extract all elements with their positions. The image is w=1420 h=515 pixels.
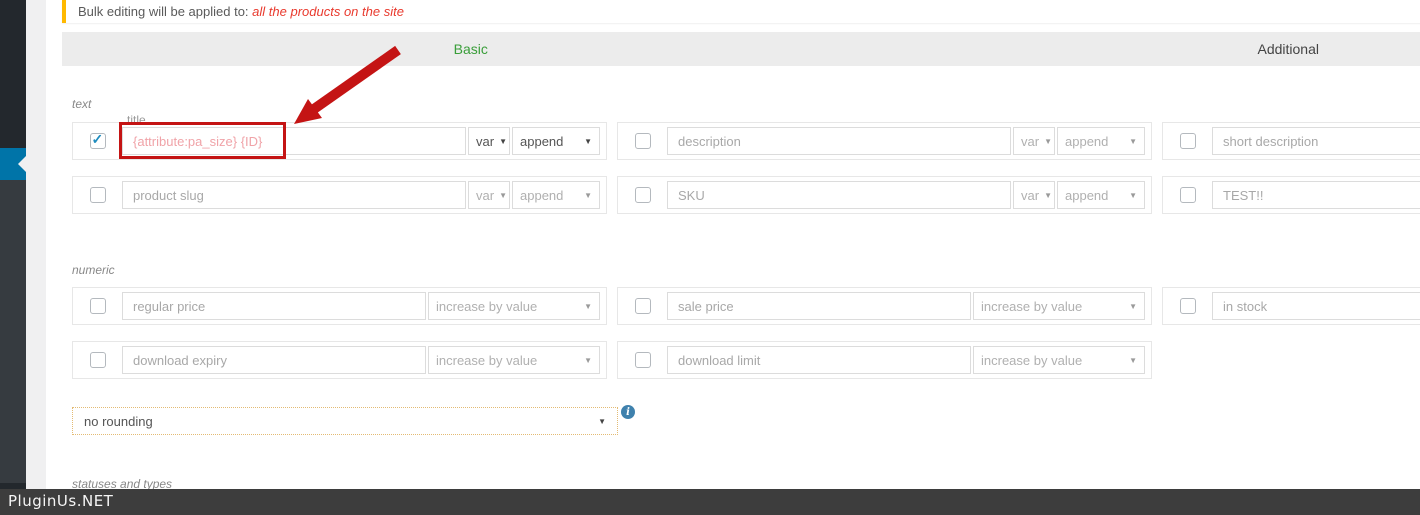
notice-text: Bulk editing will be applied to:	[78, 4, 253, 19]
sale-price-input[interactable]	[667, 292, 971, 320]
sku-checkbox[interactable]	[634, 187, 651, 203]
sku-var-select[interactable]: var ▼	[1013, 181, 1055, 209]
title-var-select[interactable]: var ▼	[468, 127, 510, 155]
description-input[interactable]	[667, 127, 1011, 155]
chevron-down-icon: ▼	[1129, 190, 1137, 200]
field-row: ✓ var ▼ append ▼	[72, 122, 607, 160]
field-row: var ▼ append ▼	[1162, 122, 1420, 160]
field-title: title ✓ var ▼ append ▼	[72, 113, 607, 160]
checkmark-icon: ✓	[91, 131, 104, 147]
chevron-down-icon: ▼	[584, 301, 592, 311]
title-checkbox[interactable]: ✓	[89, 131, 106, 149]
info-icon[interactable]: i	[621, 405, 635, 419]
product-slug-var-select[interactable]: var ▼	[468, 181, 510, 209]
sidebar-top-section	[0, 0, 26, 148]
short-description-input[interactable]	[1212, 127, 1420, 155]
sale-price-checkbox[interactable]	[634, 298, 651, 314]
download-expiry-checkbox[interactable]	[89, 352, 106, 368]
field-short-description: var ▼ append ▼	[1162, 122, 1420, 160]
regular-price-checkbox[interactable]	[89, 298, 106, 314]
notice-scope-text: all the products on the site	[252, 4, 404, 19]
chevron-down-icon: ▼	[499, 136, 507, 146]
sku-input[interactable]	[667, 181, 1011, 209]
chevron-down-icon: ▼	[1044, 190, 1052, 200]
chevron-down-icon: ▼	[1129, 355, 1137, 365]
description-checkbox[interactable]	[634, 133, 651, 149]
field-row: increase by value ▼	[617, 287, 1152, 325]
short-description-checkbox[interactable]	[1179, 133, 1196, 149]
download-limit-mode-select[interactable]: increase by value ▼	[973, 346, 1145, 374]
numeric-row-group-1: increase by value ▼ increase by value ▼	[72, 287, 1420, 325]
sidebar-bottom-section	[0, 180, 26, 483]
watermark-bar: PluginUs.NET	[0, 489, 1420, 515]
field-row: increase by value ▼	[617, 341, 1152, 379]
watermark-text: PluginUs.NET	[8, 492, 114, 510]
rounding-control: no rounding ▼ i	[72, 405, 635, 435]
field-description: var ▼ append ▼	[617, 122, 1152, 160]
chevron-down-icon: ▼	[1129, 301, 1137, 311]
field-sale-price: increase by value ▼	[617, 287, 1152, 325]
description-mode-select[interactable]: append ▼	[1057, 127, 1145, 155]
title-float-label: title	[127, 113, 146, 127]
regular-price-input[interactable]	[122, 292, 426, 320]
field-download-limit: increase by value ▼	[617, 341, 1152, 379]
section-label-text: text	[72, 97, 92, 111]
field-product-slug: var ▼ append ▼	[72, 176, 607, 214]
field-regular-price: increase by value ▼	[72, 287, 607, 325]
field-row: var ▼ append ▼	[72, 176, 607, 214]
sale-price-mode-select[interactable]: increase by value ▼	[973, 292, 1145, 320]
numeric-row-group-2: increase by value ▼ increase by value ▼	[72, 341, 1420, 379]
field-row: var ▼ append ▼	[617, 122, 1152, 160]
chevron-down-icon: ▼	[1129, 136, 1137, 146]
text-row-group-2: var ▼ append ▼	[72, 176, 1420, 214]
section-label-numeric: numeric	[72, 263, 115, 277]
download-limit-checkbox[interactable]	[634, 352, 651, 368]
download-limit-input[interactable]	[667, 346, 971, 374]
field-in-stock: increase by value ▼	[1162, 287, 1420, 325]
test-checkbox[interactable]	[1179, 187, 1196, 203]
rounding-select[interactable]: no rounding ▼	[72, 407, 618, 435]
field-row: increase by value ▼	[1162, 287, 1420, 325]
field-download-expiry: increase by value ▼	[72, 341, 607, 379]
field-row: increase by value ▼	[72, 287, 607, 325]
chevron-down-icon: ▼	[584, 355, 592, 365]
download-expiry-input[interactable]	[122, 346, 426, 374]
empty-cell	[1162, 341, 1420, 379]
product-slug-checkbox[interactable]	[89, 187, 106, 203]
tab-basic[interactable]: Basic	[62, 32, 880, 66]
field-row: var ▼ append ▼	[617, 176, 1152, 214]
chevron-down-icon: ▼	[499, 190, 507, 200]
test-input[interactable]	[1212, 181, 1420, 209]
page: Bulk editing will be applied to: all the…	[0, 0, 1420, 515]
product-slug-mode-select[interactable]: append ▼	[512, 181, 600, 209]
sku-mode-select[interactable]: append ▼	[1057, 181, 1145, 209]
field-test: var ▼ append ▼	[1162, 176, 1420, 214]
text-row-group-1: title ✓ var ▼ append ▼	[72, 113, 1420, 160]
field-row: var ▼ append ▼	[1162, 176, 1420, 214]
tab-additional[interactable]: Additional	[880, 32, 1420, 66]
regular-price-mode-select[interactable]: increase by value ▼	[428, 292, 600, 320]
chevron-down-icon: ▼	[584, 136, 592, 146]
description-var-select[interactable]: var ▼	[1013, 127, 1055, 155]
bulk-edit-form: text title ✓ var ▼ appe	[72, 97, 1420, 491]
main-content: Bulk editing will be applied to: all the…	[46, 0, 1420, 515]
admin-sidebar	[0, 0, 26, 515]
chevron-down-icon: ▼	[584, 190, 592, 200]
download-expiry-mode-select[interactable]: increase by value ▼	[428, 346, 600, 374]
in-stock-input[interactable]	[1212, 292, 1420, 320]
tab-bar: Basic Additional	[62, 32, 1420, 66]
product-slug-input[interactable]	[122, 181, 466, 209]
title-input[interactable]	[122, 127, 466, 155]
in-stock-checkbox[interactable]	[1179, 298, 1196, 314]
bulk-edit-notice: Bulk editing will be applied to: all the…	[62, 0, 1420, 23]
chevron-down-icon: ▼	[1044, 136, 1052, 146]
sidebar-active-item[interactable]	[0, 148, 26, 180]
field-row: increase by value ▼	[72, 341, 607, 379]
title-mode-select[interactable]: append ▼	[512, 127, 600, 155]
field-sku: var ▼ append ▼	[617, 176, 1152, 214]
chevron-down-icon: ▼	[598, 416, 606, 426]
